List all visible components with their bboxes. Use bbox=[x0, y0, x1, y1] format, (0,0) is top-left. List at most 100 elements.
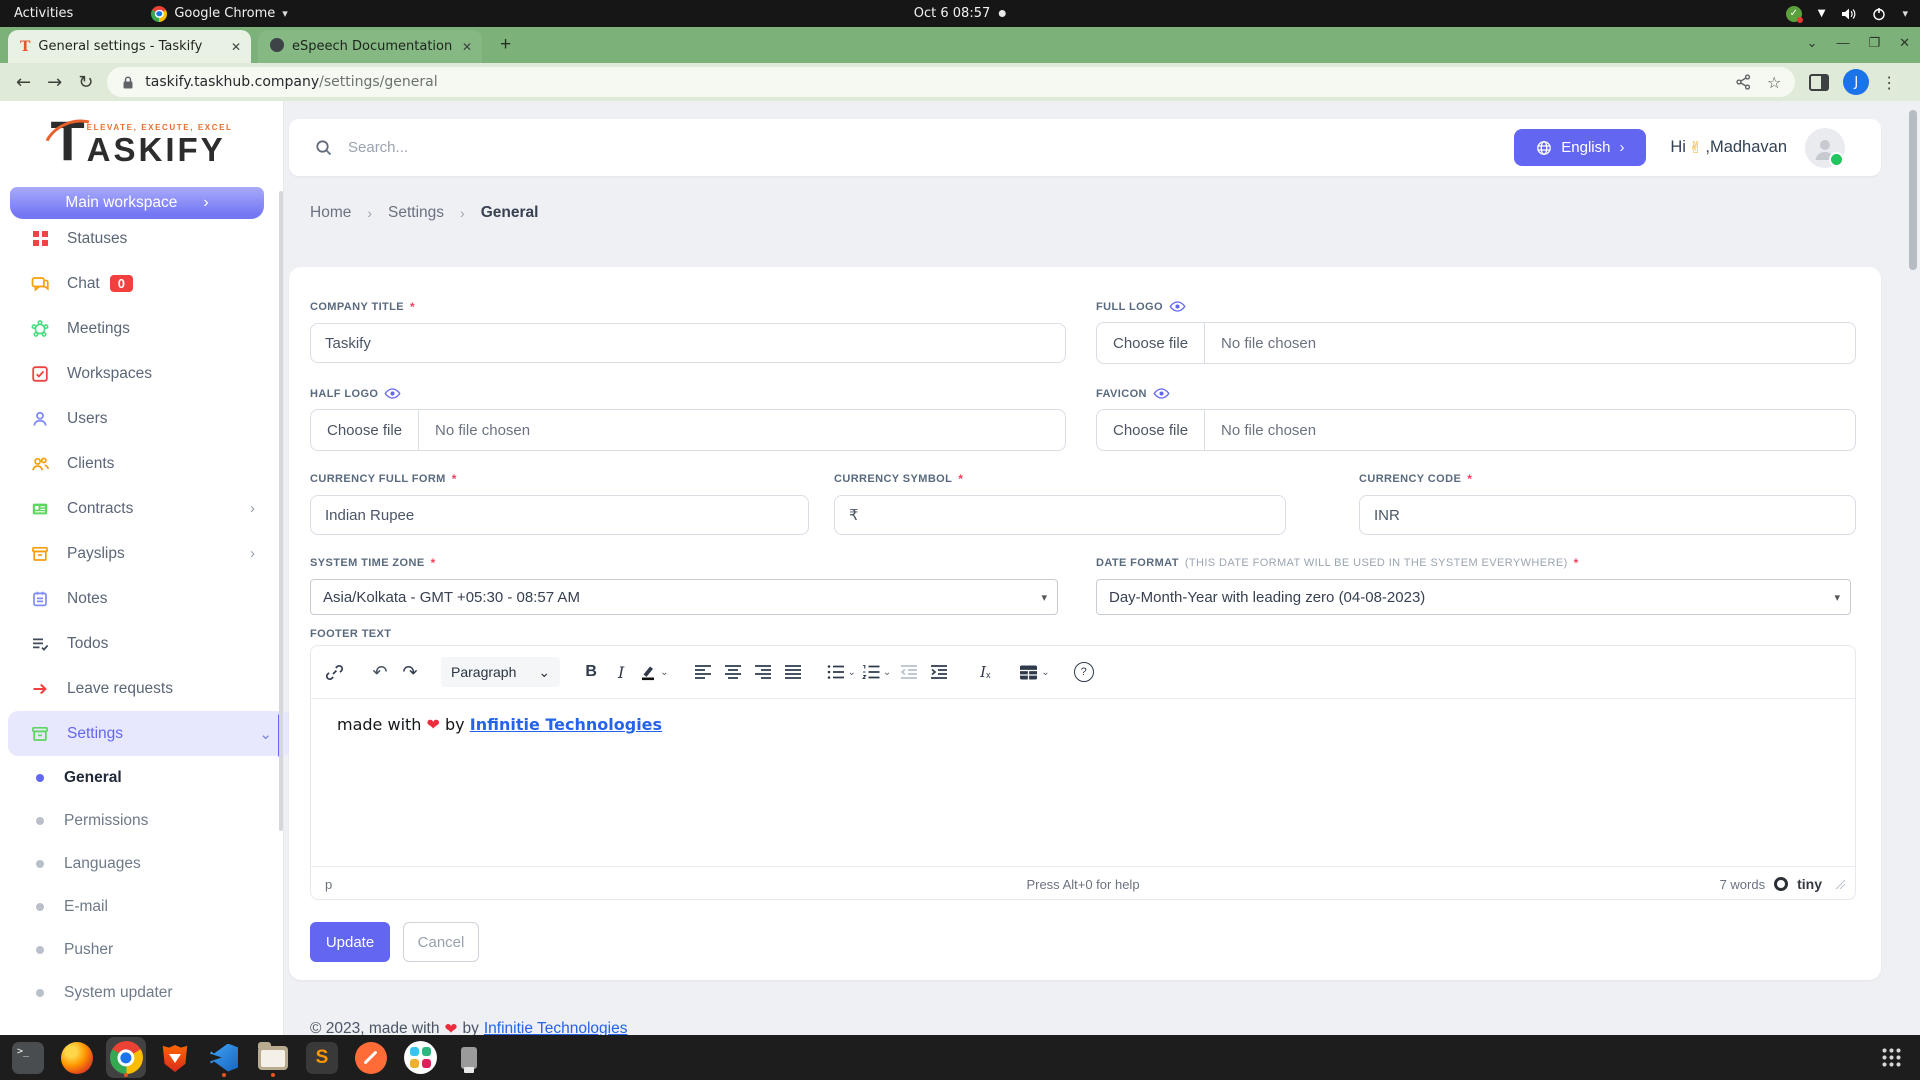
forward-button[interactable]: → bbox=[47, 72, 62, 93]
sidebar-item-clients[interactable]: Clients bbox=[0, 441, 283, 486]
sidebar-subitem-pusher[interactable]: Pusher bbox=[0, 928, 283, 971]
sublime-text-app-icon[interactable] bbox=[302, 1037, 342, 1078]
reload-button[interactable]: ↻ bbox=[78, 72, 93, 93]
table-button[interactable]: ⌄ bbox=[1016, 655, 1052, 689]
chrome-app-icon[interactable] bbox=[106, 1037, 146, 1078]
usb-drive-icon[interactable] bbox=[449, 1037, 489, 1078]
app-grid-icon[interactable] bbox=[1881, 1047, 1902, 1068]
breadcrumb-settings[interactable]: Settings bbox=[388, 204, 444, 222]
editor-content[interactable]: made with ❤ by Infinitie Technologies bbox=[311, 699, 1855, 866]
sidebar-item-users[interactable]: Users bbox=[0, 396, 283, 441]
help-button[interactable]: ? bbox=[1069, 655, 1099, 689]
bold-button[interactable] bbox=[576, 655, 606, 689]
currency-symbol-input[interactable] bbox=[834, 495, 1286, 535]
tab-general-settings[interactable]: T General settings - Taskify ✕ bbox=[8, 30, 251, 63]
files-app-icon[interactable] bbox=[253, 1037, 293, 1078]
sidebar-item-settings[interactable]: Settings ⌄ bbox=[8, 711, 292, 756]
align-right-button[interactable] bbox=[748, 655, 778, 689]
text-color-button[interactable]: ⌄ bbox=[636, 655, 671, 689]
close-icon[interactable]: ✕ bbox=[1899, 35, 1910, 51]
sidebar-subitem-general[interactable]: General bbox=[0, 756, 283, 799]
activities-button[interactable]: Activities bbox=[14, 6, 73, 21]
power-icon[interactable] bbox=[1872, 7, 1886, 21]
date-format-select[interactable]: Day-Month-Year with leading zero (04-08-… bbox=[1096, 579, 1851, 615]
user-avatar[interactable] bbox=[1805, 128, 1845, 168]
sidebar-item-meetings[interactable]: Meetings bbox=[0, 306, 283, 351]
slack-app-icon[interactable] bbox=[400, 1037, 440, 1078]
language-button[interactable]: English › bbox=[1514, 129, 1646, 166]
main-workspace-button[interactable]: Main workspace › bbox=[10, 187, 264, 219]
browser-profile-avatar[interactable]: J bbox=[1843, 69, 1869, 95]
back-button[interactable]: ← bbox=[16, 72, 31, 93]
share-icon[interactable] bbox=[1736, 74, 1751, 90]
minimize-icon[interactable]: — bbox=[1836, 35, 1849, 51]
full-logo-file-input[interactable]: Choose file No file chosen bbox=[1096, 322, 1856, 364]
redo-button[interactable]: ↷ bbox=[395, 655, 425, 689]
update-button[interactable]: Update bbox=[310, 922, 390, 962]
search-bar[interactable] bbox=[315, 138, 1514, 157]
align-center-button[interactable] bbox=[718, 655, 748, 689]
vscode-app-icon[interactable] bbox=[204, 1037, 244, 1078]
resize-grip-icon[interactable] bbox=[1835, 879, 1845, 889]
system-time-zone-select[interactable]: Asia/Kolkata - GMT +05:30 - 08:57 AM ▾ bbox=[310, 579, 1058, 615]
align-left-button[interactable] bbox=[688, 655, 718, 689]
sidebar-item-statuses[interactable]: Statuses bbox=[0, 216, 283, 261]
tab-espeech-documentation[interactable]: eSpeech Documentation ✕ bbox=[258, 30, 482, 63]
favicon-file-input[interactable]: Choose file No file chosen bbox=[1096, 409, 1856, 451]
eye-icon[interactable] bbox=[1169, 300, 1186, 313]
numbered-list-button[interactable]: ⌄ bbox=[859, 655, 894, 689]
cancel-button[interactable]: Cancel bbox=[403, 922, 479, 962]
restore-icon[interactable]: ❐ bbox=[1868, 35, 1880, 51]
italic-button[interactable] bbox=[606, 655, 636, 689]
page-scrollbar[interactable] bbox=[1909, 110, 1917, 270]
link-button[interactable] bbox=[319, 655, 349, 689]
currency-code-input[interactable] bbox=[1359, 495, 1856, 535]
window-chevron-icon[interactable]: ⌄ bbox=[1807, 35, 1818, 51]
close-tab-icon[interactable]: ✕ bbox=[462, 40, 472, 54]
breadcrumb-home[interactable]: Home bbox=[310, 204, 351, 222]
search-input[interactable] bbox=[346, 138, 770, 157]
sidebar-item-workspaces[interactable]: Workspaces bbox=[0, 351, 283, 396]
choose-file-button[interactable]: Choose file bbox=[1097, 323, 1205, 363]
browser-menu-icon[interactable]: ⋮ bbox=[1881, 73, 1897, 92]
undo-button[interactable]: ↶ bbox=[365, 655, 395, 689]
close-tab-icon[interactable]: ✕ bbox=[231, 40, 241, 54]
postman-app-icon[interactable] bbox=[351, 1037, 391, 1078]
brave-app-icon[interactable] bbox=[155, 1037, 195, 1078]
new-tab-button[interactable]: + bbox=[500, 35, 511, 54]
paragraph-style-dropdown[interactable]: Paragraph ⌄ bbox=[441, 657, 560, 687]
terminal-app-icon[interactable]: >_ bbox=[8, 1037, 48, 1078]
sidebar-item-contracts[interactable]: Contracts › bbox=[0, 486, 283, 531]
currency-full-form-input[interactable] bbox=[310, 495, 809, 535]
element-path[interactable]: p bbox=[325, 877, 332, 892]
bullet-list-button[interactable]: ⌄ bbox=[824, 655, 859, 689]
volume-icon[interactable] bbox=[1841, 7, 1856, 21]
choose-file-button[interactable]: Choose file bbox=[311, 410, 419, 450]
sidebar-item-todos[interactable]: Todos bbox=[0, 621, 283, 666]
eye-icon[interactable] bbox=[384, 387, 401, 400]
address-bar[interactable]: taskify.taskhub.company/settings/general… bbox=[107, 67, 1795, 97]
eye-icon[interactable] bbox=[1153, 387, 1170, 400]
align-justify-button[interactable] bbox=[778, 655, 808, 689]
tinymce-brand[interactable]: tiny bbox=[1797, 876, 1822, 892]
clear-formatting-button[interactable] bbox=[970, 655, 1000, 689]
side-panel-icon[interactable] bbox=[1809, 74, 1829, 91]
sidebar-item-notes[interactable]: Notes bbox=[0, 576, 283, 621]
sidebar-subitem-email[interactable]: E-mail bbox=[0, 885, 283, 928]
bookmark-star-icon[interactable]: ☆ bbox=[1767, 73, 1781, 92]
sidebar-subitem-permissions[interactable]: Permissions bbox=[0, 799, 283, 842]
system-tray[interactable]: ✓ ▼ ▾ bbox=[1786, 6, 1908, 22]
updater-tray-icon[interactable]: ✓ bbox=[1786, 6, 1802, 22]
sidebar-item-leave-requests[interactable]: Leave requests bbox=[0, 666, 283, 711]
firefox-app-icon[interactable] bbox=[57, 1037, 97, 1078]
sidebar-item-chat[interactable]: Chat 0 bbox=[0, 261, 283, 306]
app-menu[interactable]: Google Chrome ▾ bbox=[151, 6, 288, 22]
clock[interactable]: Oct 6 08:57 bbox=[914, 6, 1006, 21]
half-logo-file-input[interactable]: Choose file No file chosen bbox=[310, 409, 1066, 451]
sidebar-subitem-system-updater[interactable]: System updater bbox=[0, 971, 283, 1014]
editor-content-link[interactable]: Infinitie Technologies bbox=[470, 715, 662, 734]
network-tray-icon[interactable]: ▼ bbox=[1818, 8, 1826, 19]
company-title-input[interactable] bbox=[310, 323, 1066, 363]
outdent-button[interactable] bbox=[894, 655, 924, 689]
indent-button[interactable] bbox=[924, 655, 954, 689]
